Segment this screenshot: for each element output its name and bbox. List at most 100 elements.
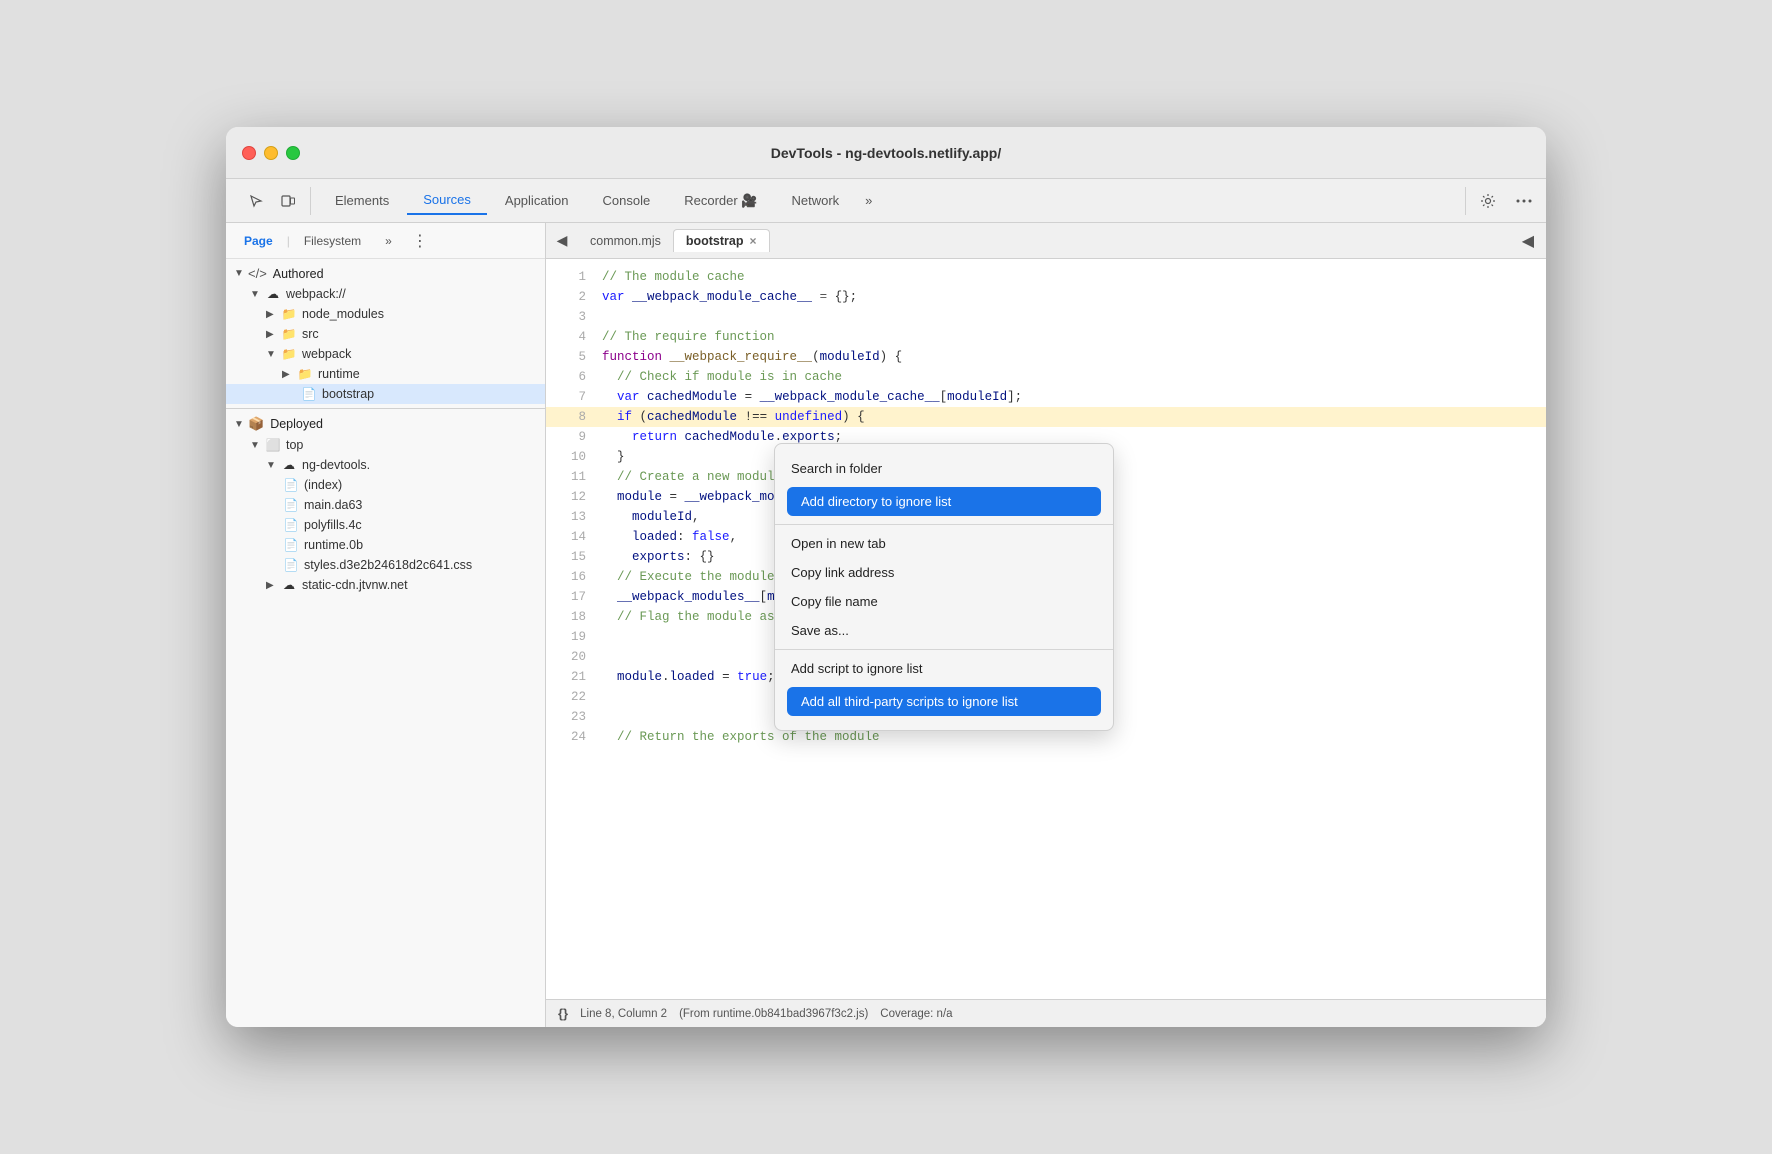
top-frame-icon: ⬜ — [264, 437, 282, 453]
tree-index[interactable]: 📄 (index) — [226, 475, 545, 495]
ctx-copy-file-name[interactable]: Copy file name — [775, 587, 1113, 616]
webpack-label: webpack:// — [286, 287, 346, 301]
main-content: Page | Filesystem » ⋮ ▼ </> Authored ▼ ☁… — [226, 223, 1546, 1027]
more-options-icon[interactable] — [1510, 187, 1538, 215]
top-label: top — [286, 438, 303, 452]
ctx-section-file: Open in new tab Copy link address Copy f… — [775, 525, 1113, 650]
tree-polyfills[interactable]: 📄 polyfills.4c — [226, 515, 545, 535]
ng-devtools-label: ng-devtools. — [302, 458, 370, 472]
ctx-section-folder: Search in folder Add directory to ignore… — [775, 450, 1113, 525]
main-label: main.da63 — [304, 498, 362, 512]
sidebar: Page | Filesystem » ⋮ ▼ </> Authored ▼ ☁… — [226, 223, 546, 1027]
bootstrap-label: bootstrap — [322, 387, 374, 401]
sidebar-divider: | — [287, 234, 290, 248]
deployed-label: Deployed — [270, 417, 323, 431]
top-arrow: ▼ — [250, 440, 264, 451]
context-menu: Search in folder Add directory to ignore… — [774, 443, 1114, 731]
authored-label: Authored — [273, 267, 324, 281]
toolbar-right — [1465, 187, 1538, 215]
maximize-button[interactable] — [286, 146, 300, 160]
tree-static-cdn[interactable]: ▶ ☁ static-cdn.jtvnw.net — [226, 575, 545, 595]
polyfills-file-icon: 📄 — [282, 517, 300, 533]
toolbar: Elements Sources Application Console Rec… — [226, 179, 1546, 223]
tree-node-modules[interactable]: ▶ 📁 node_modules — [226, 304, 545, 324]
section-divider — [226, 408, 545, 409]
tree-ng-devtools[interactable]: ▼ ☁ ng-devtools. — [226, 455, 545, 475]
authored-arrow: ▼ — [234, 268, 248, 279]
file-tree: ▼ </> Authored ▼ ☁ webpack:// ▶ 📁 node_m… — [226, 259, 545, 1027]
runtime-arrow: ▶ — [282, 369, 296, 380]
ng-devtools-arrow: ▼ — [266, 460, 280, 471]
device-toggle-icon[interactable] — [274, 187, 302, 215]
runtime-label: runtime — [318, 367, 360, 381]
traffic-lights — [242, 146, 300, 160]
static-cdn-cloud-icon: ☁ — [280, 577, 298, 593]
sidebar-header: Page | Filesystem » ⋮ — [226, 223, 545, 259]
tab-application[interactable]: Application — [489, 187, 585, 214]
tree-runtime[interactable]: ▶ 📁 runtime — [226, 364, 545, 384]
tree-src[interactable]: ▶ 📁 src — [226, 324, 545, 344]
webpack-sub-label: webpack — [302, 347, 351, 361]
window-title: DevTools - ng-devtools.netlify.app/ — [771, 145, 1002, 161]
tab-console[interactable]: Console — [587, 187, 667, 214]
sidebar-tab-page[interactable]: Page — [234, 230, 283, 252]
toolbar-icons — [234, 187, 311, 215]
code-area: ◀ common.mjs bootstrap × ◀ 1 // The modu… — [546, 223, 1546, 1027]
tab-elements[interactable]: Elements — [319, 187, 405, 214]
minimize-button[interactable] — [264, 146, 278, 160]
polyfills-label: polyfills.4c — [304, 518, 362, 532]
ctx-open-new-tab[interactable]: Open in new tab — [775, 529, 1113, 558]
sidebar-tab-filesystem[interactable]: Filesystem — [294, 230, 371, 252]
index-file-icon: 📄 — [282, 477, 300, 493]
tree-webpack-sub[interactable]: ▼ 📁 webpack — [226, 344, 545, 364]
node-modules-label: node_modules — [302, 307, 384, 321]
static-cdn-label: static-cdn.jtvnw.net — [302, 578, 408, 592]
ctx-copy-link[interactable]: Copy link address — [775, 558, 1113, 587]
styles-label: styles.d3e2b24618d2c641.css — [304, 558, 472, 572]
devtools-window: DevTools - ng-devtools.netlify.app/ Elem… — [226, 127, 1546, 1027]
tree-webpack-root[interactable]: ▼ ☁ webpack:// — [226, 284, 545, 304]
ng-cloud-icon: ☁ — [280, 457, 298, 473]
folder-icon: 📁 — [280, 306, 298, 322]
sidebar-tab-more[interactable]: » — [375, 230, 402, 252]
tree-top[interactable]: ▼ ⬜ top — [226, 435, 545, 455]
ctx-add-directory-btn[interactable]: Add directory to ignore list — [787, 487, 1101, 516]
webpack-arrow: ▼ — [250, 289, 264, 300]
node-modules-arrow: ▶ — [266, 309, 280, 320]
settings-icon[interactable] — [1474, 187, 1502, 215]
nav-tabs: Elements Sources Application Console Rec… — [319, 186, 1465, 215]
webpack-sub-arrow: ▼ — [266, 349, 280, 360]
tab-recorder[interactable]: Recorder 🎥 — [668, 187, 773, 215]
static-cdn-arrow: ▶ — [266, 580, 280, 591]
tree-runtime-file[interactable]: 📄 runtime.0b — [226, 535, 545, 555]
sidebar-menu-button[interactable]: ⋮ — [406, 229, 434, 253]
tree-bootstrap[interactable]: 📄 bootstrap — [226, 384, 545, 404]
tree-styles[interactable]: 📄 styles.d3e2b24618d2c641.css — [226, 555, 545, 575]
titlebar: DevTools - ng-devtools.netlify.app/ — [226, 127, 1546, 179]
index-label: (index) — [304, 478, 342, 492]
tree-authored[interactable]: ▼ </> Authored — [226, 263, 545, 284]
tree-deployed[interactable]: ▼ 📦 Deployed — [226, 413, 545, 435]
ctx-save-as[interactable]: Save as... — [775, 616, 1113, 645]
context-menu-overlay[interactable]: Search in folder Add directory to ignore… — [546, 223, 1546, 1027]
deployed-arrow: ▼ — [234, 419, 248, 430]
ctx-search-folder[interactable]: Search in folder — [775, 454, 1113, 483]
runtime-folder-icon: 📁 — [296, 366, 314, 382]
tab-network[interactable]: Network — [775, 187, 855, 214]
src-folder-icon: 📁 — [280, 326, 298, 342]
bootstrap-spacer — [282, 386, 296, 402]
ctx-add-third-party-btn[interactable]: Add all third-party scripts to ignore li… — [787, 687, 1101, 716]
ctx-section-ignore: Add script to ignore list Add all third-… — [775, 650, 1113, 724]
cloud-icon: ☁ — [264, 286, 282, 302]
bootstrap-file-icon: 📄 — [300, 386, 318, 402]
ctx-add-script-ignore[interactable]: Add script to ignore list — [775, 654, 1113, 683]
close-button[interactable] — [242, 146, 256, 160]
tab-sources[interactable]: Sources — [407, 186, 487, 215]
styles-file-icon: 📄 — [282, 557, 300, 573]
main-file-icon: 📄 — [282, 497, 300, 513]
more-tabs-button[interactable]: » — [857, 189, 880, 212]
cursor-icon[interactable] — [242, 187, 270, 215]
runtime-file-icon: 📄 — [282, 537, 300, 553]
webpack-folder-icon: 📁 — [280, 346, 298, 362]
tree-main[interactable]: 📄 main.da63 — [226, 495, 545, 515]
